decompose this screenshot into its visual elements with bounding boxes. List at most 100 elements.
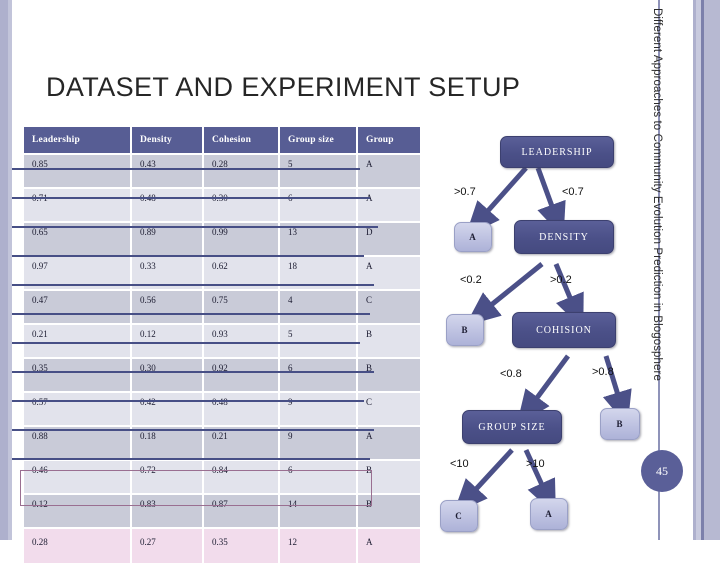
row-strike-line: [12, 400, 364, 402]
cell-group-size: 6: [280, 359, 356, 391]
row-strike-line: [12, 168, 360, 170]
cell-density: 0.42: [132, 393, 202, 425]
cell-cohesion: 0.28: [204, 155, 278, 187]
table-row: 0.47 0.56 0.75 4 C: [24, 291, 420, 323]
cell-density: 0.48: [132, 189, 202, 221]
cell-density: 0.30: [132, 359, 202, 391]
tree-node-group-size[interactable]: GROUP SIZE: [462, 410, 562, 444]
row-strike-line: [12, 313, 370, 315]
cell-cohesion: 0.84: [204, 461, 278, 493]
column-header-density: Density: [132, 127, 202, 153]
cell-density: 0.12: [132, 325, 202, 357]
cell-group: B: [358, 461, 420, 493]
cell-group: C: [358, 393, 420, 425]
cell-density: 0.72: [132, 461, 202, 493]
tree-node-label: LEADERSHIP: [521, 146, 593, 158]
table-row: 0.21 0.12 0.93 5 B: [24, 325, 420, 357]
tree-leaf-a-1[interactable]: A: [454, 222, 492, 252]
table-row: 0.12 0.83 0.87 14 B: [24, 495, 420, 527]
tree-node-label: C: [455, 511, 463, 521]
column-header-cohesion: Cohesion: [204, 127, 278, 153]
cell-group-size: 9: [280, 427, 356, 459]
edge-label-groupsize-left: <10: [450, 458, 469, 470]
cell-group-size: 6: [280, 461, 356, 493]
edge-label-groupsize-right: >10: [526, 458, 545, 470]
tree-node-label: B: [461, 325, 469, 335]
cell-group: A: [358, 189, 420, 221]
tree-node-leadership[interactable]: LEADERSHIP: [500, 136, 614, 168]
edge-label-density-left: <0.2: [460, 274, 482, 286]
cell-leadership: 0.28: [24, 529, 130, 563]
edge-label-cohision-left: <0.8: [500, 368, 522, 380]
tree-node-label: COHISION: [536, 324, 592, 336]
tree-node-label: B: [616, 419, 624, 429]
tree-leaf-c-1[interactable]: C: [440, 500, 478, 532]
cell-cohesion: 0.93: [204, 325, 278, 357]
tree-node-label: A: [545, 509, 553, 519]
cell-cohesion: 0.87: [204, 495, 278, 527]
column-header-group-size: Group size: [280, 127, 356, 153]
cell-leadership: 0.35: [24, 359, 130, 391]
column-header-group: Group: [358, 127, 420, 153]
left-edge-band-outer: [0, 0, 8, 540]
cell-leadership: 0.57: [24, 393, 130, 425]
row-strike-line: [12, 371, 374, 373]
right-edge-band-4: [704, 0, 720, 540]
table-row: 0.35 0.30 0.92 6 B: [24, 359, 420, 391]
tree-leaf-b-1[interactable]: B: [446, 314, 484, 346]
cell-density: 0.18: [132, 427, 202, 459]
table-body: 0.850.430.285A 0.710.480.306A 0.650.890.…: [24, 155, 420, 563]
table-row: 0.710.480.306A: [24, 189, 420, 221]
tree-node-density[interactable]: DENSITY: [514, 220, 614, 254]
cell-group: B: [358, 325, 420, 357]
cell-density: 0.83: [132, 495, 202, 527]
cell-cohesion: 0.21: [204, 427, 278, 459]
row-strike-line: [12, 197, 370, 199]
row-strike-line: [12, 226, 378, 228]
cell-leadership: 0.46: [24, 461, 130, 493]
cell-leadership: 0.85: [24, 155, 130, 187]
page-number-label: 45: [656, 463, 668, 478]
cell-density: 0.43: [132, 155, 202, 187]
table-header-row: Leadership Density Cohesion Group size G…: [24, 127, 420, 153]
row-strike-line: [12, 342, 360, 344]
edge-label-leadership-right: <0.7: [562, 186, 584, 198]
tree-node-label: GROUP SIZE: [478, 421, 546, 433]
table-row: 0.57 0.42 0.48 9 C: [24, 393, 420, 425]
cell-group: B: [358, 495, 420, 527]
edge-label-density-right: >0.2: [550, 274, 572, 286]
tree-node-cohision[interactable]: COHISION: [512, 312, 616, 348]
cell-density: 0.27: [132, 529, 202, 563]
decision-tree: LEADERSHIP A DENSITY B COHISION B GROUP …: [420, 128, 660, 532]
tree-node-label: A: [469, 232, 477, 242]
cell-group: A: [358, 427, 420, 459]
cell-leadership: 0.47: [24, 291, 130, 323]
cell-group-size: 5: [280, 325, 356, 357]
cell-cohesion: 0.92: [204, 359, 278, 391]
dataset-table-wrap: Leadership Density Cohesion Group size G…: [22, 125, 420, 565]
tree-leaf-b-2[interactable]: B: [600, 408, 640, 440]
cell-leadership: 0.88: [24, 427, 130, 459]
cell-group: A: [358, 155, 420, 187]
cell-group-size: 14: [280, 495, 356, 527]
cell-group: B: [358, 359, 420, 391]
cell-leadership: 0.12: [24, 495, 130, 527]
edge-label-leadership-left: >0.7: [454, 186, 476, 198]
tree-node-label: DENSITY: [539, 231, 589, 243]
cell-leadership: 0.71: [24, 189, 130, 221]
cell-group-size: 6: [280, 189, 356, 221]
cell-cohesion: 0.35: [204, 529, 278, 563]
cell-group-size: 5: [280, 155, 356, 187]
cell-density: 0.56: [132, 291, 202, 323]
cell-cohesion: 0.30: [204, 189, 278, 221]
tree-leaf-a-2[interactable]: A: [530, 498, 568, 530]
table-row: 0.85 0.43 0.28 5 A: [24, 155, 420, 187]
dataset-table: Leadership Density Cohesion Group size G…: [22, 125, 422, 565]
cell-cohesion: 0.75: [204, 291, 278, 323]
cell-group-size: 9: [280, 393, 356, 425]
table-row: 0.88 0.18 0.21 9 A: [24, 427, 420, 459]
edge-label-cohision-right: >0.8: [592, 366, 614, 378]
row-strike-line: [12, 429, 374, 431]
cell-group-size: 4: [280, 291, 356, 323]
cell-group: C: [358, 291, 420, 323]
